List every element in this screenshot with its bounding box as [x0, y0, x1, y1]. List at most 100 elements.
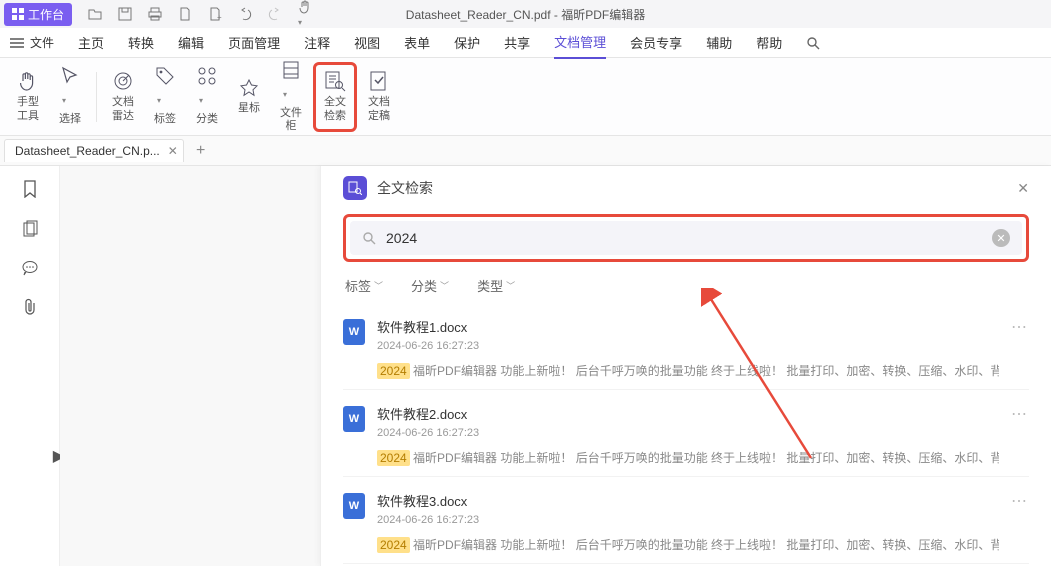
menu-member[interactable]: 会员专享	[630, 33, 682, 52]
result-snippet: 2024 福昕PDF编辑器 功能上新啦！ 后台千呼万唤的批量功能 终于上线啦！ …	[377, 449, 999, 466]
print-icon[interactable]	[148, 7, 162, 21]
tab-title: Datasheet_Reader_CN.p...	[15, 144, 160, 158]
result-date: 2024-06-26 16:27:23	[377, 427, 999, 439]
ribbon-select-label: 选择	[59, 113, 81, 126]
search-icon	[362, 231, 376, 245]
docx-icon: W	[343, 406, 365, 432]
result-item[interactable]: W 软件教程2.docx 2024-06-26 16:27:23 2024 福昕…	[343, 390, 1029, 477]
menu-accessibility[interactable]: 辅助	[706, 33, 732, 52]
menu-edit[interactable]: 编辑	[178, 33, 204, 52]
attachment-icon[interactable]	[22, 298, 38, 316]
pages-icon[interactable]	[22, 220, 38, 238]
ribbon-fulltext-search[interactable]: 全文检索	[313, 62, 357, 132]
save-icon[interactable]	[118, 7, 132, 21]
open-icon[interactable]	[88, 7, 102, 21]
tag-icon	[155, 66, 175, 109]
menu-annotate[interactable]: 注释	[304, 33, 330, 52]
result-more-icon[interactable]: ⋯	[1011, 404, 1029, 424]
ribbon-cabinet-label: 文件柜	[280, 107, 302, 133]
radar-icon	[112, 70, 134, 92]
hamburger-icon	[10, 38, 24, 48]
result-title: 软件教程1.docx	[377, 317, 999, 336]
panel-title: 全文检索	[377, 178, 433, 198]
ribbon-category-label: 分类	[196, 113, 218, 126]
panel-close-icon[interactable]: ✕	[1017, 180, 1029, 197]
main-area: ▶ 全文检索 ✕ ✕ 标签 分类 类型	[0, 166, 1051, 566]
file-menu[interactable]: 文件	[10, 34, 54, 51]
ribbon-radar[interactable]: 文档雷达	[103, 62, 143, 132]
ribbon-fulltext-label: 全文检索	[324, 96, 346, 122]
results-list: W 软件教程1.docx 2024-06-26 16:27:23 2024 福昕…	[343, 303, 1029, 564]
ribbon: 手型工具 选择 文档雷达 标签 分类 星标 文件柜 全文检索 文档定稿	[0, 58, 1051, 136]
menu-share[interactable]: 共享	[504, 33, 530, 52]
filter-category[interactable]: 分类	[411, 276, 449, 295]
menu-view[interactable]: 视图	[354, 33, 380, 52]
ribbon-tag[interactable]: 标签	[145, 62, 185, 132]
clear-search-icon[interactable]: ✕	[992, 229, 1010, 247]
ribbon-tag-label: 标签	[154, 113, 176, 126]
sidebar: ▶	[0, 166, 60, 566]
grid-icon	[12, 8, 24, 20]
ribbon-star[interactable]: 星标	[229, 62, 269, 132]
result-more-icon[interactable]: ⋯	[1011, 317, 1029, 337]
undo-icon[interactable]	[238, 7, 252, 21]
search-box-highlight: ✕	[343, 214, 1029, 262]
file-menu-label: 文件	[30, 34, 54, 51]
filter-type[interactable]: 类型	[477, 276, 515, 295]
menu-convert[interactable]: 转换	[128, 33, 154, 52]
document-tab[interactable]: Datasheet_Reader_CN.p... ✕	[4, 139, 184, 162]
result-date: 2024-06-26 16:27:23	[377, 514, 999, 526]
result-more-icon[interactable]: ⋯	[1011, 491, 1029, 511]
hand-small-icon[interactable]: ▾	[298, 0, 312, 28]
cursor-icon	[60, 66, 80, 109]
titlebar: 工作台 + ▾ Datasheet_Reader_CN.pdf - 福昕PDF编…	[0, 0, 1051, 28]
tabstrip: Datasheet_Reader_CN.p... ✕ +	[0, 136, 1051, 166]
ribbon-hand-label: 手型工具	[17, 96, 39, 122]
menu-docmgmt[interactable]: 文档管理	[554, 32, 606, 59]
new-tab-button[interactable]: +	[196, 142, 205, 160]
search-box[interactable]: ✕	[350, 221, 1022, 255]
menu-protect[interactable]: 保护	[454, 33, 480, 52]
content-area: 全文检索 ✕ ✕ 标签 分类 类型 W	[60, 166, 1051, 566]
menu-page[interactable]: 页面管理	[228, 33, 280, 52]
panel-header-icon	[343, 176, 367, 200]
result-title: 软件教程3.docx	[377, 491, 999, 510]
menu-form[interactable]: 表单	[404, 33, 430, 52]
result-item[interactable]: W 软件教程3.docx 2024-06-26 16:27:23 2024 福昕…	[343, 477, 1029, 564]
page-add-icon[interactable]: +	[208, 7, 222, 21]
star-icon	[239, 78, 259, 98]
workspace-button[interactable]: 工作台	[4, 3, 72, 26]
ribbon-select[interactable]: 选择	[50, 62, 90, 132]
menu-home[interactable]: 主页	[78, 33, 104, 52]
tab-close-icon[interactable]: ✕	[168, 144, 178, 158]
fulltext-icon	[324, 70, 346, 92]
result-item[interactable]: W 软件教程1.docx 2024-06-26 16:27:23 2024 福昕…	[343, 303, 1029, 390]
filter-tag[interactable]: 标签	[345, 276, 383, 295]
ribbon-hand-tool[interactable]: 手型工具	[8, 62, 48, 132]
svg-text:+: +	[217, 13, 222, 21]
result-snippet: 2024 福昕PDF编辑器 功能上新啦！ 后台千呼万唤的批量功能 终于上线啦！ …	[377, 536, 999, 553]
search-menu-icon[interactable]	[806, 36, 820, 50]
comment-icon[interactable]	[21, 260, 39, 276]
result-title: 软件教程2.docx	[377, 404, 999, 423]
ribbon-star-label: 星标	[238, 102, 260, 115]
filter-bar: 标签 分类 类型	[343, 276, 1029, 295]
workspace-label: 工作台	[28, 6, 64, 23]
search-input[interactable]	[386, 230, 982, 246]
ribbon-radar-label: 文档雷达	[112, 96, 134, 122]
finalize-icon	[368, 70, 390, 92]
cabinet-icon	[281, 60, 301, 103]
docx-icon: W	[343, 319, 365, 345]
redo-icon[interactable]	[268, 7, 282, 21]
result-date: 2024-06-26 16:27:23	[377, 340, 999, 352]
bookmark-icon[interactable]	[22, 180, 38, 198]
result-snippet: 2024 福昕PDF编辑器 功能上新啦！ 后台千呼万唤的批量功能 终于上线啦！ …	[377, 362, 999, 379]
page-icon[interactable]	[178, 7, 192, 21]
ribbon-finalize[interactable]: 文档定稿	[359, 62, 399, 132]
menu-help[interactable]: 帮助	[756, 33, 782, 52]
hand-icon	[17, 70, 39, 92]
panel-header: 全文检索 ✕	[343, 176, 1029, 200]
menubar: 文件 主页 转换 编辑 页面管理 注释 视图 表单 保护 共享 文档管理 会员专…	[0, 28, 1051, 58]
ribbon-cabinet[interactable]: 文件柜	[271, 62, 311, 132]
ribbon-category[interactable]: 分类	[187, 62, 227, 132]
